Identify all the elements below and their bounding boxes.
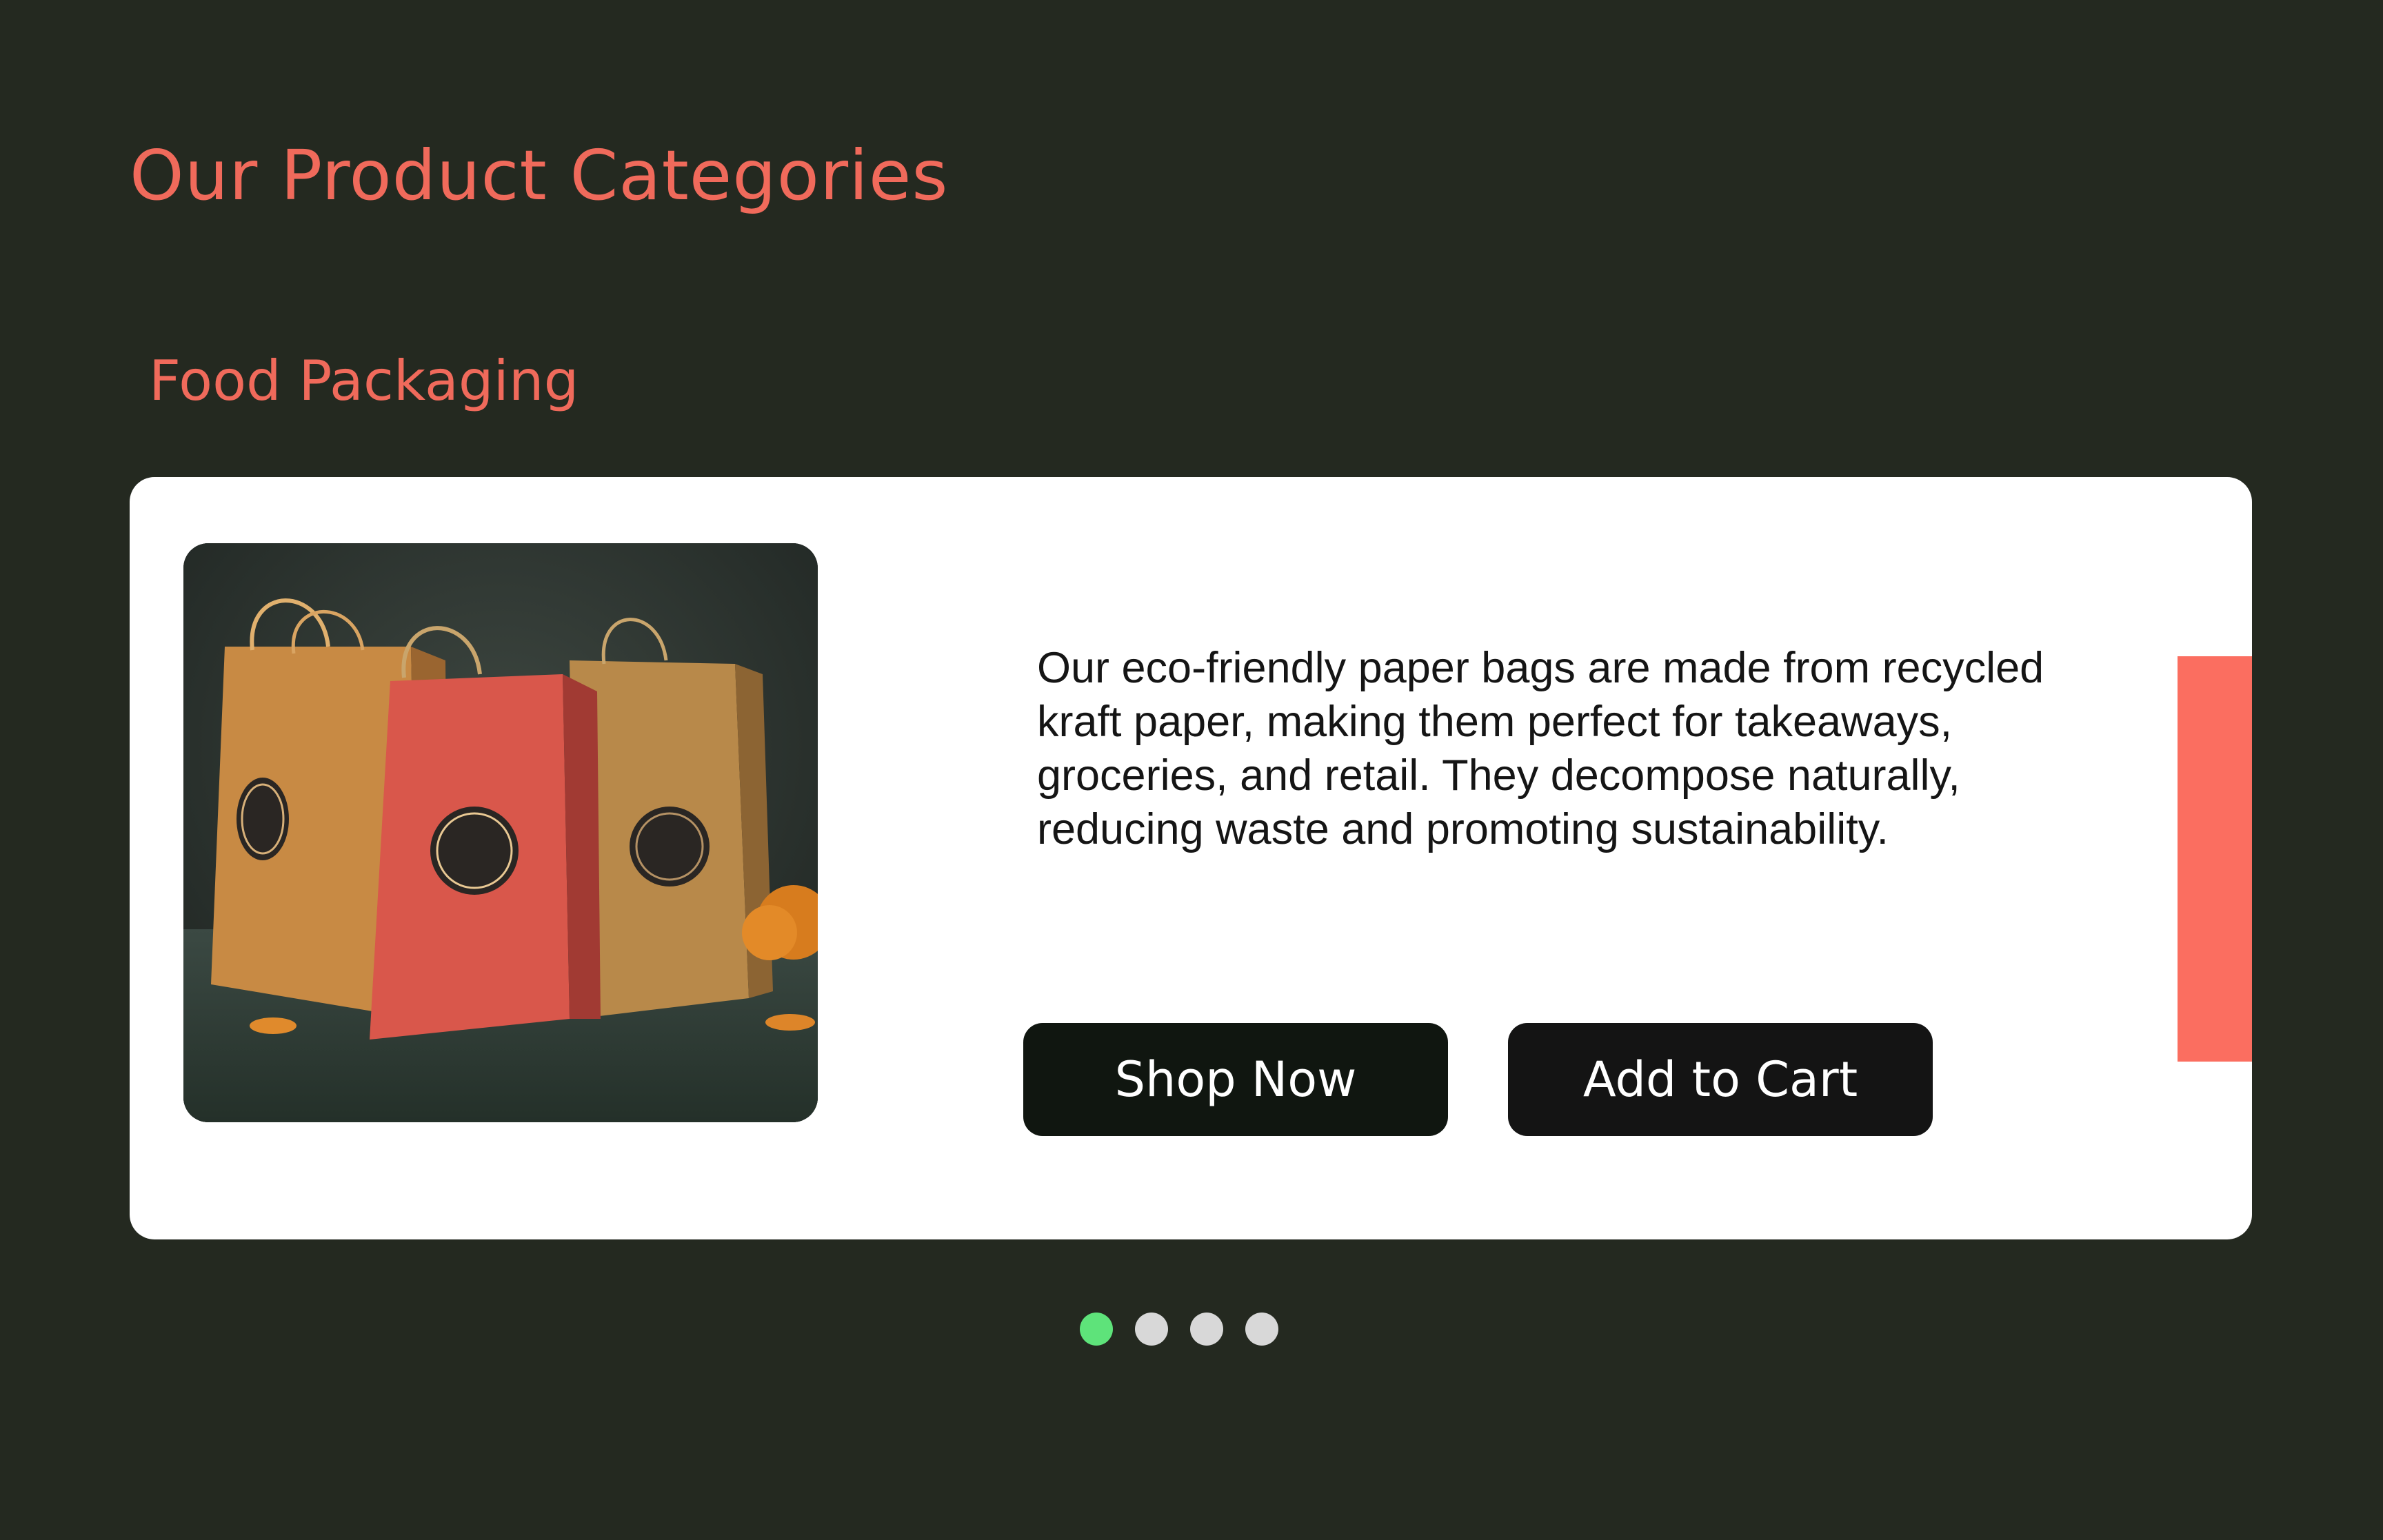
product-card: Our eco-friendly paper bags are made fro… [130, 477, 2252, 1239]
product-image [183, 543, 818, 1122]
carousel-dot-1[interactable] [1080, 1313, 1113, 1346]
add-to-cart-button[interactable]: Add to Cart [1508, 1023, 1933, 1136]
section-title: Our Product Categories [130, 135, 949, 216]
carousel-pagination [1080, 1313, 1278, 1346]
paper-bags-illustration [183, 543, 818, 1122]
shop-now-button[interactable]: Shop Now [1023, 1023, 1448, 1136]
product-description: Our eco-friendly paper bags are made fro… [1037, 644, 2044, 853]
carousel-dot-2[interactable] [1135, 1313, 1168, 1346]
carousel-dot-4[interactable] [1245, 1313, 1278, 1346]
product-categories-page: Our Product Categories Food Packaging Ou… [0, 0, 2383, 1540]
carousel-dot-3[interactable] [1190, 1313, 1223, 1346]
carousel-next-tab[interactable] [2178, 656, 2252, 1062]
category-title: Food Packaging [149, 349, 579, 413]
